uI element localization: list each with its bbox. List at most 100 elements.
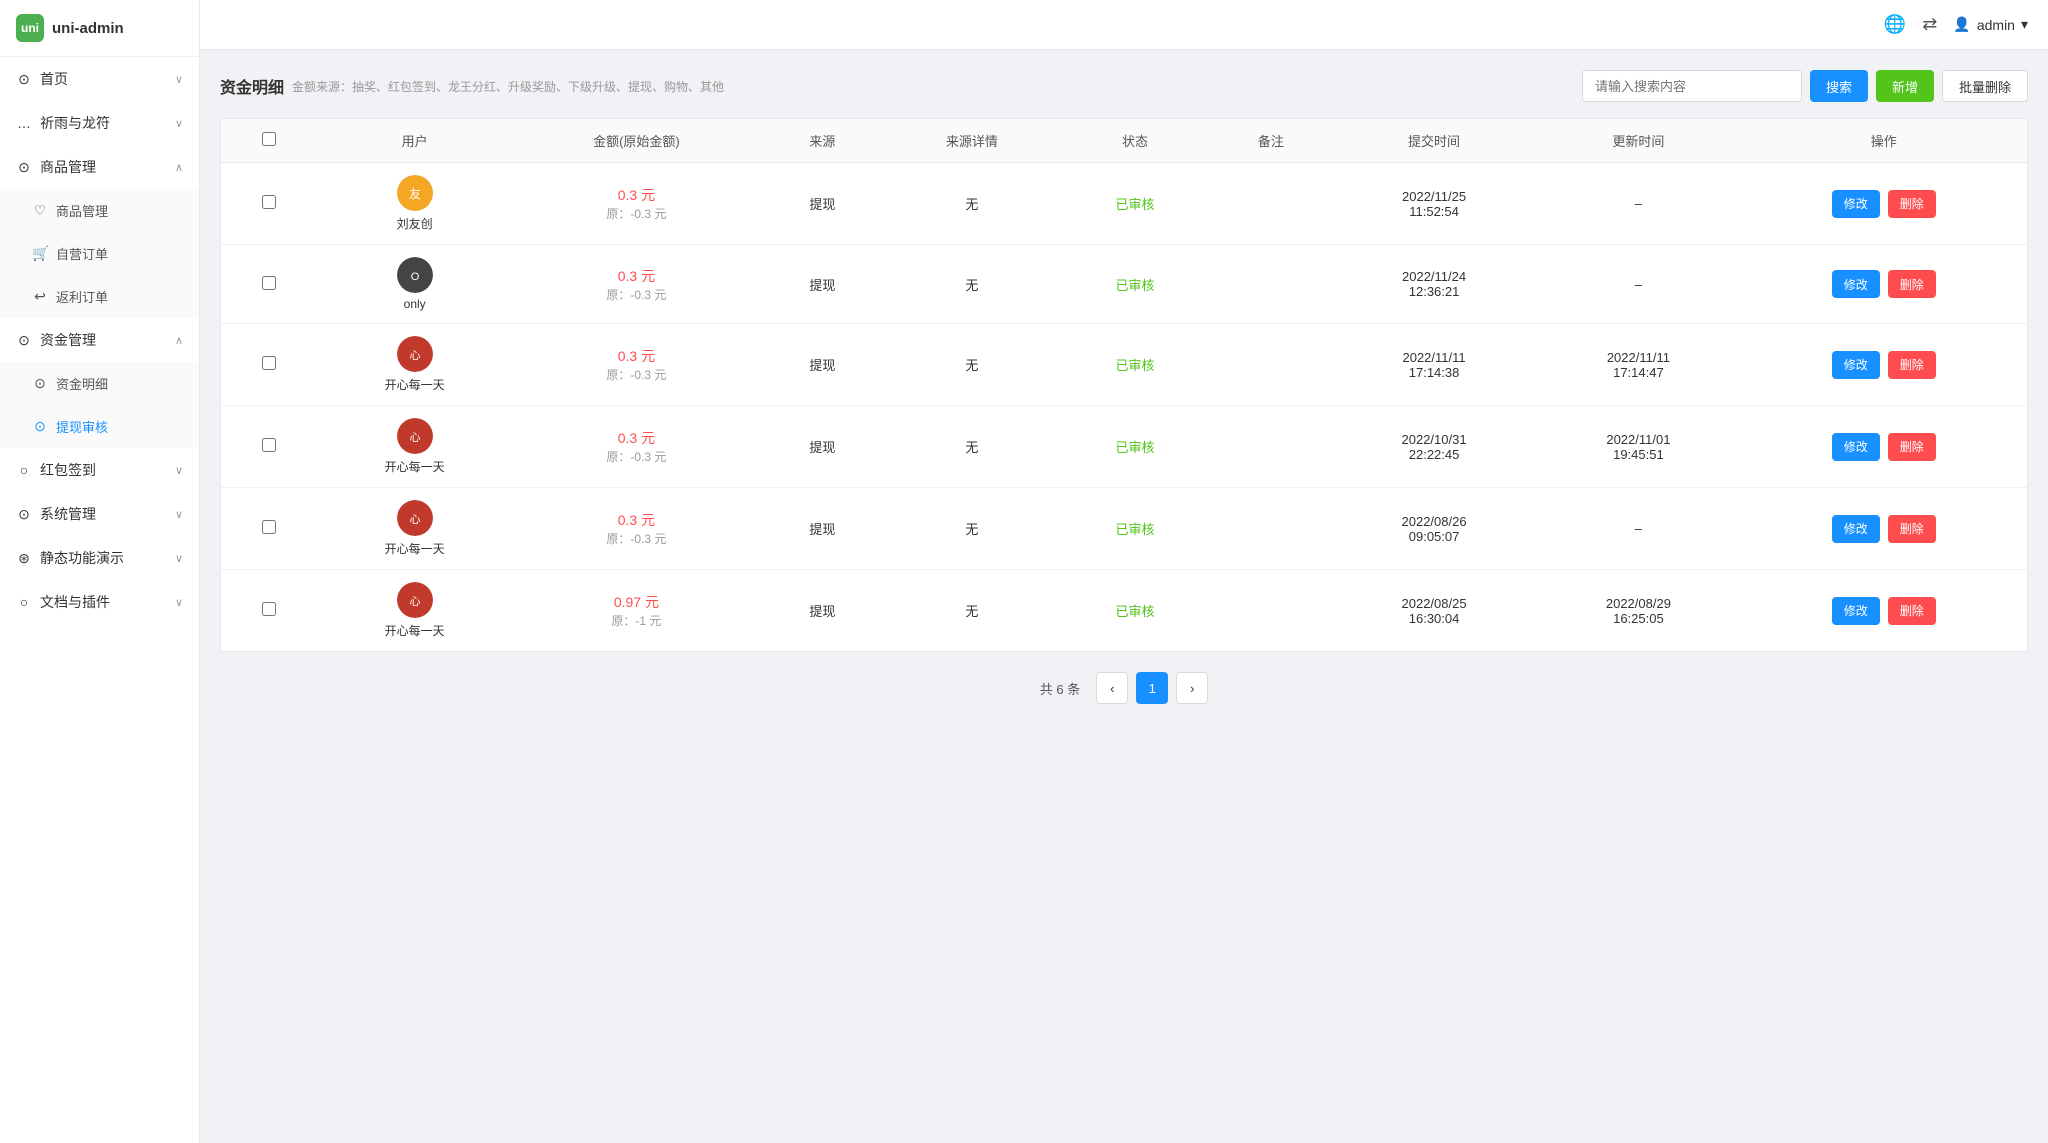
table-row: 心 开心每一天 0.3 元 原：-0.3 元 提现 无 已审核 2022/10/… [221, 406, 2027, 488]
row-status: 已审核 [1060, 245, 1209, 324]
th-actions: 操作 [1741, 119, 2027, 163]
system-icon: ⊙ [16, 506, 32, 523]
sidebar-item-home-label: 首页 [40, 69, 68, 89]
heart-icon: ♡ [32, 202, 48, 219]
detail-icon: ⊙ [32, 375, 48, 392]
edit-button[interactable]: 修改 [1832, 190, 1880, 218]
svg-text:心: 心 [409, 431, 420, 444]
table-header-row: 用户 金额(原始金额) 来源 来源详情 状态 备注 提交时间 更新时间 操作 [221, 119, 2027, 163]
docs-icon: ○ [16, 594, 32, 610]
th-source: 来源 [761, 119, 883, 163]
sidebar-item-withdraw-review[interactable]: ⊙ 提现审核 [0, 405, 199, 448]
edit-button[interactable]: 修改 [1832, 270, 1880, 298]
row-source: 提现 [761, 163, 883, 245]
sidebar-item-goods-label: 商品管理 [40, 157, 96, 177]
row-source: 提现 [761, 488, 883, 570]
row-actions: 修改 删除 [1741, 570, 2027, 652]
pagination-page-1[interactable]: 1 [1136, 672, 1168, 704]
sidebar-item-docs[interactable]: ○ 文档与插件 ∨ [0, 580, 199, 624]
row-source-detail: 无 [883, 570, 1060, 652]
sidebar-item-redpacket[interactable]: ○ 红包签到 ∨ [0, 448, 199, 492]
sidebar-item-prayer-label: 祈雨与龙符 [40, 113, 110, 133]
sidebar-item-goods[interactable]: ⊙ 商品管理 ∧ [0, 145, 199, 189]
sidebar-item-finance[interactable]: ⊙ 资金管理 ∧ [0, 318, 199, 362]
sidebar-item-home[interactable]: ⊙ 首页 ∨ [0, 57, 199, 101]
row-select-checkbox[interactable] [262, 520, 276, 534]
row-update-time: 2022/11/0119:45:51 [1536, 406, 1740, 488]
sidebar-logo: uni uni-admin [0, 0, 199, 57]
row-user: 心 开心每一天 [318, 324, 512, 406]
sidebar-item-prayer[interactable]: … 祈雨与龙符 ∨ [0, 101, 199, 145]
globe-icon[interactable]: 🌐 [1884, 14, 1906, 35]
delete-button[interactable]: 删除 [1888, 597, 1936, 625]
data-table-container: 用户 金额(原始金额) 来源 来源详情 状态 备注 提交时间 更新时间 操作 [220, 118, 2028, 652]
row-source: 提现 [761, 245, 883, 324]
svg-text:心: 心 [409, 513, 420, 526]
rebate-icon: ↩ [32, 288, 48, 305]
row-select-checkbox[interactable] [262, 356, 276, 370]
add-button[interactable]: 新增 [1876, 70, 1934, 102]
delete-button[interactable]: 删除 [1888, 351, 1936, 379]
delete-button[interactable]: 删除 [1888, 515, 1936, 543]
row-select-checkbox[interactable] [262, 438, 276, 452]
user-avatar-icon: 👤 [1953, 16, 1970, 33]
finance-icon: ⊙ [16, 332, 32, 349]
row-checkbox [221, 488, 318, 570]
delete-button[interactable]: 删除 [1888, 270, 1936, 298]
edit-button[interactable]: 修改 [1832, 515, 1880, 543]
pagination-prev[interactable]: ‹ [1096, 672, 1128, 704]
row-actions: 修改 删除 [1741, 406, 2027, 488]
edit-button[interactable]: 修改 [1832, 433, 1880, 461]
row-source-detail: 无 [883, 163, 1060, 245]
translate-icon[interactable]: ⇄ [1922, 14, 1937, 35]
search-input[interactable] [1582, 70, 1802, 102]
row-checkbox [221, 406, 318, 488]
th-update-time: 更新时间 [1536, 119, 1740, 163]
row-select-checkbox[interactable] [262, 276, 276, 290]
select-all-checkbox[interactable] [262, 132, 276, 146]
search-button[interactable]: 搜索 [1810, 70, 1868, 102]
delete-button[interactable]: 删除 [1888, 190, 1936, 218]
sidebar-item-system[interactable]: ⊙ 系统管理 ∨ [0, 492, 199, 536]
redpacket-icon: ○ [16, 462, 32, 478]
cart-icon: 🛒 [32, 245, 48, 262]
row-select-checkbox[interactable] [262, 602, 276, 616]
prayer-icon: … [16, 115, 32, 131]
batch-delete-button[interactable]: 批量删除 [1942, 70, 2028, 102]
row-checkbox [221, 570, 318, 652]
svg-text:友: 友 [409, 187, 421, 201]
sidebar-item-rebate-orders-label: 返利订单 [56, 287, 108, 306]
page-content: 资金明细 金额来源：抽奖、红包签到、龙王分红、升级奖励、下级升级、提现、购物、其… [200, 50, 2048, 744]
chevron-down-icon: ∨ [175, 464, 183, 477]
sidebar-item-finance-detail[interactable]: ⊙ 资金明细 [0, 362, 199, 405]
row-source: 提现 [761, 406, 883, 488]
pagination-total: 共 6 条 [1040, 679, 1080, 698]
row-checkbox [221, 245, 318, 324]
pagination-next[interactable]: › [1176, 672, 1208, 704]
th-source-detail: 来源详情 [883, 119, 1060, 163]
header: 🌐 ⇄ 👤 admin ▾ [200, 0, 2048, 50]
sidebar-item-docs-label: 文档与插件 [40, 592, 110, 612]
chevron-up-icon: ∧ [175, 161, 183, 174]
sidebar-item-rebate-orders[interactable]: ↩ 返利订单 [0, 275, 199, 318]
row-user: 心 开心每一天 [318, 406, 512, 488]
user-chevron-icon: ▾ [2021, 16, 2028, 33]
delete-button[interactable]: 删除 [1888, 433, 1936, 461]
row-status: 已审核 [1060, 488, 1209, 570]
row-submit-time: 2022/11/2412:36:21 [1332, 245, 1536, 324]
sidebar-item-goods-manage[interactable]: ♡ 商品管理 [0, 189, 199, 232]
sidebar-item-self-orders[interactable]: 🛒 自营订单 [0, 232, 199, 275]
edit-button[interactable]: 修改 [1832, 597, 1880, 625]
body-wrap: 资金明细 金额来源：抽奖、红包签到、龙王分红、升级奖励、下级升级、提现、购物、其… [200, 50, 2048, 1143]
row-submit-time: 2022/08/2609:05:07 [1332, 488, 1536, 570]
row-submit-time: 2022/11/1117:14:38 [1332, 324, 1536, 406]
table-row: 心 开心每一天 0.3 元 原：-0.3 元 提现 无 已审核 2022/08/… [221, 488, 2027, 570]
row-update-time: 2022/11/1117:14:47 [1536, 324, 1740, 406]
sidebar-item-self-orders-label: 自营订单 [56, 244, 108, 263]
row-select-checkbox[interactable] [262, 195, 276, 209]
row-amount: 0.3 元 原：-0.3 元 [512, 324, 762, 406]
user-menu[interactable]: 👤 admin ▾ [1953, 16, 2028, 33]
edit-button[interactable]: 修改 [1832, 351, 1880, 379]
page-header: 资金明细 金额来源：抽奖、红包签到、龙王分红、升级奖励、下级升级、提现、购物、其… [220, 70, 2028, 102]
sidebar-item-static[interactable]: ⊛ 静态功能演示 ∨ [0, 536, 199, 580]
